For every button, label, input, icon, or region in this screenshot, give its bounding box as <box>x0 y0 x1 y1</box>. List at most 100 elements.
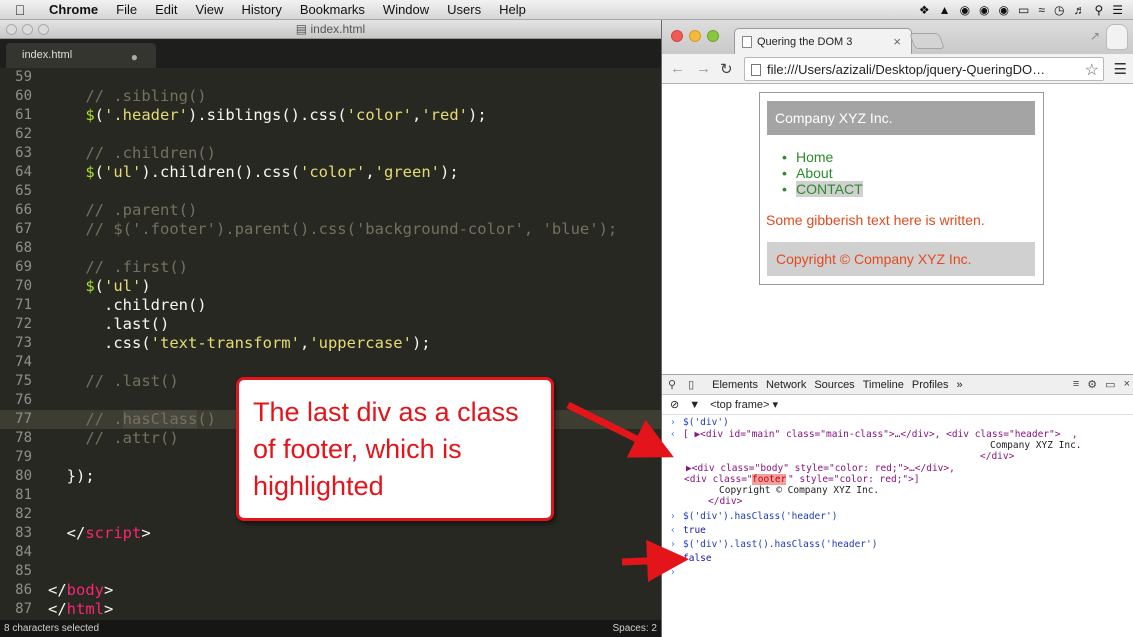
code-line[interactable]: 72 .last() <box>0 315 661 334</box>
apple-icon[interactable]:  <box>0 2 40 18</box>
browser-toolbar: ← → ↻ file:///Users/azizali/Desktop/jque… <box>662 54 1133 84</box>
address-bar[interactable]: file:///Users/azizali/Desktop/jquery-Que… <box>744 57 1104 81</box>
dropbox-icon[interactable]: ❖ <box>919 3 930 17</box>
unsaved-dot-icon[interactable]: ● <box>131 50 138 64</box>
browser-tab[interactable]: Quering the DOM 3 × <box>734 28 912 54</box>
code-line[interactable]: 61 $('.header').siblings().css('color','… <box>0 106 661 125</box>
line-source: // $('.footer').parent().css('background… <box>48 220 617 239</box>
zoom-window-icon[interactable] <box>707 30 719 42</box>
battery-icon[interactable]: ▭ <box>1018 3 1029 17</box>
close-window-icon[interactable] <box>671 30 683 42</box>
more-tabs-icon[interactable]: » <box>953 379 967 391</box>
tab-profiles[interactable]: Profiles <box>908 379 953 391</box>
code-area[interactable]: 59 60 // .sibling() 61 $('.header').siblin… <box>0 68 661 620</box>
notification-center-icon[interactable]: ☰ <box>1112 3 1123 17</box>
code-line[interactable]: 68 <box>0 239 661 258</box>
code-line[interactable]: 62 <box>0 125 661 144</box>
menu-users[interactable]: Users <box>438 2 490 17</box>
editor-tab-index-html[interactable]: index.html ● <box>6 43 156 68</box>
line-number: 87 <box>15 601 32 617</box>
menu-help[interactable]: Help <box>490 2 535 17</box>
editor-tab-label: index.html <box>22 49 73 61</box>
menu-view[interactable]: View <box>186 2 232 17</box>
console-output-line: ▶<div class="body" style="color: red;">…… <box>686 463 955 474</box>
spotlight-icon[interactable]: ⚲ <box>1094 3 1103 17</box>
chrome-menu-icon[interactable]: ☰ <box>1114 60 1127 78</box>
code-line[interactable]: 74 <box>0 353 661 372</box>
line-number: 59 <box>15 69 32 85</box>
code-line[interactable]: 60 // .sibling() <box>0 87 661 106</box>
code-token: .children() <box>48 296 207 314</box>
menu-window[interactable]: Window <box>374 2 438 17</box>
bookmark-star-icon[interactable]: ☆ <box>1085 60 1099 80</box>
back-icon[interactable]: ← <box>670 60 685 77</box>
volume-icon[interactable]: ♬ <box>1073 3 1085 17</box>
code-line[interactable]: 70 $('ul') <box>0 277 661 296</box>
device-mode-icon[interactable]: ▯ <box>682 378 700 391</box>
line-source: // .parent() <box>48 201 197 220</box>
line-number: 85 <box>15 563 32 579</box>
show-drawer-icon[interactable]: ≡ <box>1073 378 1079 391</box>
code-token: .css( <box>48 334 151 352</box>
code-line[interactable]: 59 <box>0 68 661 87</box>
reload-icon[interactable]: ↻ <box>720 60 733 78</box>
menu-bookmarks[interactable]: Bookmarks <box>291 2 374 17</box>
record-icon[interactable]: ◉ <box>999 3 1009 17</box>
close-devtools-icon[interactable]: × <box>1124 378 1130 391</box>
minimize-window-icon[interactable] <box>689 30 701 42</box>
clear-console-icon[interactable]: ⊘ <box>670 398 679 411</box>
indentation-status[interactable]: Spaces: 2 <box>613 623 657 634</box>
code-line[interactable]: 65 <box>0 182 661 201</box>
code-line[interactable]: 69 // .first() <box>0 258 661 277</box>
code-line[interactable]: 85 <box>0 562 661 581</box>
inspect-icon[interactable]: ⚲ <box>662 378 682 391</box>
console-prompt-icon: › <box>670 417 676 428</box>
code-editor-window: ▤ index.html index.html ● 59 60 // .sibli… <box>0 20 661 637</box>
console-prompt-icon: › <box>670 511 676 522</box>
clock-icon[interactable]: ◷ <box>1054 3 1064 17</box>
code-line[interactable]: 84 <box>0 543 661 562</box>
eye-icon[interactable]: ◉ <box>960 3 970 17</box>
code-line[interactable]: 73 .css('text-transform','uppercase'); <box>0 334 661 353</box>
code-line[interactable]: 66 // .parent() <box>0 201 661 220</box>
code-line[interactable]: 87 </html> <box>0 600 661 619</box>
code-line[interactable]: 63 // .children() <box>0 144 661 163</box>
close-tab-icon[interactable]: × <box>893 34 901 49</box>
code-token: ) <box>141 277 151 295</box>
dollar-icon[interactable]: ◉ <box>979 3 989 17</box>
line-number: 61 <box>15 107 32 123</box>
forward-icon[interactable]: → <box>696 60 711 77</box>
fullscreen-icon[interactable]: ↗ <box>1090 29 1100 43</box>
code-line[interactable]: 64 $('ul').children().css('color','green… <box>0 163 661 182</box>
frame-selector-label: <top frame> <box>710 399 770 411</box>
frame-selector[interactable]: <top frame> ▾ <box>710 398 778 411</box>
page-footer: Copyright © Company XYZ Inc. <box>767 242 1035 276</box>
code-line[interactable]: 67 // $('.footer').parent().css('backgro… <box>0 220 661 239</box>
code-line[interactable]: 71 .children() <box>0 296 661 315</box>
tab-network[interactable]: Network <box>762 379 810 391</box>
code-line[interactable]: 83 </script> <box>0 524 661 543</box>
browser-tabstrip: Quering the DOM 3 × ↗ <box>662 20 1133 54</box>
tab-timeline[interactable]: Timeline <box>859 379 908 391</box>
settings-gear-icon[interactable]: ⚙ <box>1087 378 1097 391</box>
menu-edit[interactable]: Edit <box>146 2 186 17</box>
code-token: ); <box>411 334 431 352</box>
tab-sources[interactable]: Sources <box>810 379 858 391</box>
menu-file[interactable]: File <box>107 2 146 17</box>
filter-icon[interactable]: ▼ <box>689 399 700 411</box>
menu-chrome[interactable]: Chrome <box>40 2 107 17</box>
console-cursor-prompt-icon[interactable]: › <box>670 567 676 578</box>
code-line[interactable]: 86 </body> <box>0 581 661 600</box>
line-number: 70 <box>15 278 32 294</box>
menu-history[interactable]: History <box>232 2 290 17</box>
user-profile-icon[interactable] <box>1106 24 1128 50</box>
code-token: ); <box>439 163 459 181</box>
new-tab-button[interactable] <box>909 33 945 49</box>
code-token: // .children() <box>48 144 216 162</box>
line-number: 86 <box>15 582 32 598</box>
wifi-icon[interactable]: ≈ <box>1038 3 1045 17</box>
tab-elements[interactable]: Elements <box>708 379 762 391</box>
dock-icon[interactable]: ▭ <box>1105 378 1115 391</box>
drive-icon[interactable]: ▲ <box>939 3 951 17</box>
code-token: // .first() <box>48 258 188 276</box>
